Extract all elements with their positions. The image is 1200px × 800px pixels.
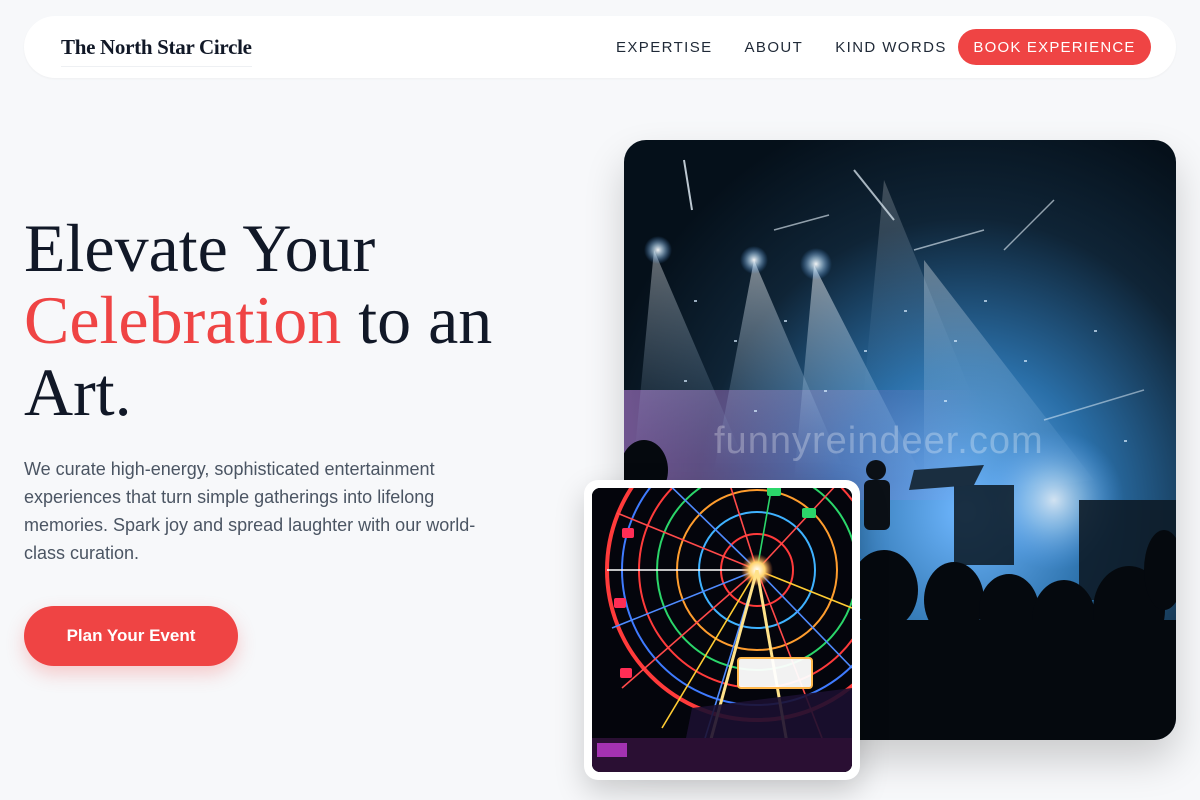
hero-title-line3: Art. [24, 354, 132, 430]
nav-links: EXPERTISE ABOUT KIND WORDS [616, 39, 979, 56]
nav-link-about[interactable]: ABOUT [745, 39, 804, 56]
nav-link-kind-words[interactable]: KIND WORDS [835, 39, 947, 56]
brand-logo[interactable]: The North Star Circle [61, 35, 252, 67]
hero-title-line2: to an [341, 282, 493, 358]
hero-description: We curate high-energy, sophisticated ent… [24, 459, 476, 563]
ferris-wheel-illustration [592, 488, 852, 772]
hero-title-accent: Celebration [24, 282, 342, 358]
nav-link-expertise[interactable]: EXPERTISE [616, 39, 713, 56]
concert-watermark: funnyreindeer.com [714, 420, 1044, 462]
hero-title: Elevate Your Celebration to an Art. [24, 212, 584, 428]
hero-title-line1: Elevate Your [24, 210, 376, 286]
plan-event-button[interactable]: Plan Your Event [24, 606, 238, 666]
top-navigation: The North Star Circle EXPERTISE ABOUT KI… [24, 16, 1176, 78]
book-experience-button[interactable]: BOOK EXPERIENCE [958, 29, 1151, 65]
ferris-wheel-photo [592, 488, 852, 772]
ferris-wheel-card [584, 480, 860, 780]
